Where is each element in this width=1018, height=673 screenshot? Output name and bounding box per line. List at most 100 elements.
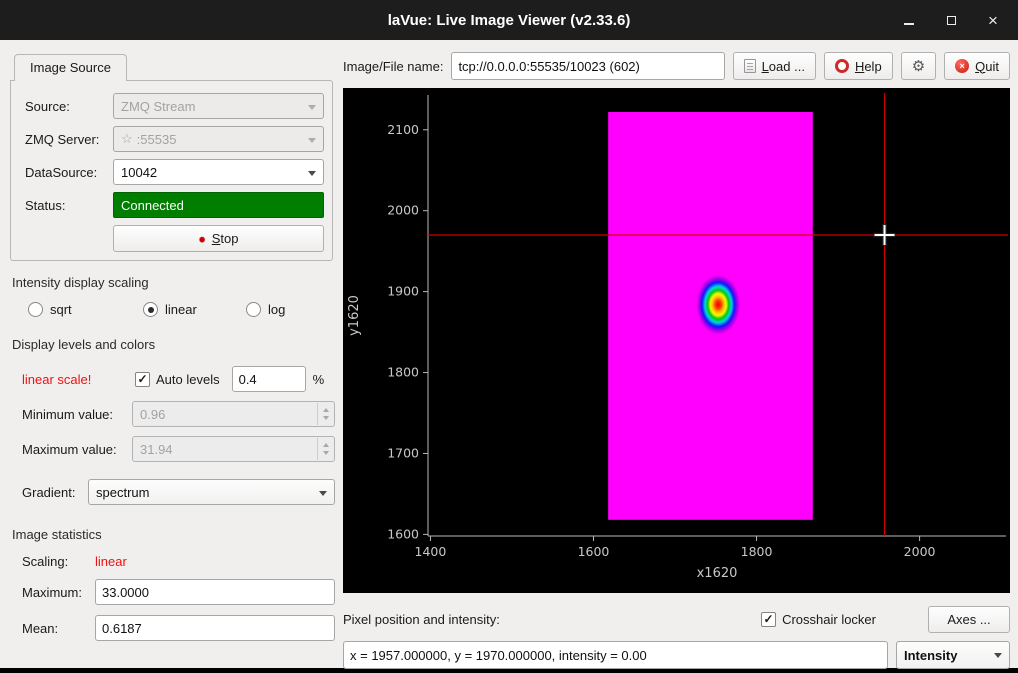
minimum-value-spinbox: 0.96	[132, 401, 335, 427]
pixel-position-input[interactable]	[343, 641, 888, 669]
image-file-label: Image/File name:	[343, 59, 443, 74]
gradient-label: Gradient:	[22, 485, 88, 500]
spinner-arrows-icon	[317, 403, 333, 425]
quit-button-label: Quit	[975, 59, 999, 74]
radio-icon	[143, 302, 158, 317]
minimum-value-row: Minimum value: 0.96	[10, 401, 335, 427]
pixel-value-bar: Intensity	[343, 641, 1010, 669]
chevron-down-icon	[319, 491, 327, 496]
radio-log[interactable]: log	[246, 302, 285, 317]
y-axis-title: y1620	[347, 295, 362, 336]
image-source-panel: Source: ZMQ Stream ZMQ Server: ☆ :55535	[10, 80, 333, 261]
stats-maximum-label: Maximum:	[22, 585, 95, 600]
beam-spot	[696, 275, 740, 335]
quit-button[interactable]: × Quit	[944, 52, 1010, 80]
image-file-input[interactable]	[451, 52, 724, 80]
scale-warning: linear scale!	[22, 372, 135, 387]
window-title: laVue: Live Image Viewer (v2.33.6)	[388, 12, 631, 29]
x-tick-label: 1600	[578, 544, 610, 559]
stop-row: ● Stop	[23, 225, 324, 252]
star-icon: ☆	[121, 131, 133, 147]
chevron-down-icon	[308, 105, 316, 110]
stats-mean-row: Mean:	[10, 615, 335, 641]
radio-log-label: log	[268, 302, 285, 317]
settings-button[interactable]: ⚙	[901, 52, 936, 80]
minimum-value-label: Minimum value:	[22, 407, 132, 422]
source-value: ZMQ Stream	[121, 99, 195, 114]
x-tick-label: 2000	[904, 544, 936, 559]
y-tick-label: 1600	[387, 526, 419, 541]
intensity-scaling-title: Intensity display scaling	[12, 275, 335, 290]
minimize-button[interactable]	[896, 7, 922, 33]
maximum-value-label: Maximum value:	[22, 442, 132, 457]
zmq-server-value: :55535	[137, 132, 177, 147]
gradient-combo[interactable]: spectrum	[88, 479, 335, 505]
datasource-value: 10042	[121, 165, 157, 180]
auto-levels-checkbox[interactable]: Auto levels	[135, 372, 220, 387]
maximum-value-row: Maximum value: 31.94	[10, 436, 335, 462]
viewer-panel: Image/File name: Load ... Help ⚙ × Quit	[335, 40, 1018, 669]
help-button-label: Help	[855, 59, 882, 74]
title-bar: laVue: Live Image Viewer (v2.33.6) ×	[0, 0, 1018, 40]
stop-button[interactable]: ● Stop	[113, 225, 324, 252]
crosshair-locker-checkbox[interactable]: Crosshair locker	[761, 612, 876, 627]
help-icon	[835, 59, 849, 73]
status-label: Status:	[23, 198, 113, 213]
intensity-combo-value: Intensity	[904, 648, 957, 663]
maximize-button[interactable]	[938, 7, 964, 33]
radio-linear-label: linear	[165, 302, 197, 317]
checkbox-icon	[135, 372, 150, 387]
minimum-value: 0.96	[140, 407, 165, 422]
source-row: Source: ZMQ Stream	[23, 93, 324, 119]
close-button[interactable]: ×	[980, 7, 1006, 33]
pixel-position-bar: Pixel position and intensity: Crosshair …	[343, 606, 1010, 633]
stats-mean-input[interactable]	[95, 615, 335, 641]
load-button[interactable]: Load ...	[733, 52, 816, 80]
app-window: laVue: Live Image Viewer (v2.33.6) × Ima…	[0, 0, 1018, 668]
radio-sqrt[interactable]: sqrt	[28, 302, 143, 317]
y-tick-label: 2100	[387, 122, 419, 137]
radio-linear[interactable]: linear	[143, 302, 246, 317]
source-label: Source:	[23, 99, 113, 114]
intensity-combo[interactable]: Intensity	[896, 641, 1010, 669]
load-button-label: Load ...	[762, 59, 805, 74]
radio-icon	[28, 302, 43, 317]
scaling-row: Scaling: linear	[10, 554, 335, 569]
tab-image-source[interactable]: Image Source	[14, 54, 127, 81]
datasource-label: DataSource:	[23, 165, 113, 180]
plot-canvas[interactable]: 1400160018002000160017001800190020002100…	[343, 88, 1010, 593]
auto-levels-input[interactable]	[232, 366, 306, 392]
close-icon: ×	[988, 12, 998, 29]
status-row: Status: Connected	[23, 192, 324, 218]
axes-button[interactable]: Axes ...	[928, 606, 1010, 633]
gradient-value: spectrum	[96, 485, 149, 500]
status-field: Connected	[113, 192, 324, 218]
image-plot[interactable]: 1400160018002000160017001800190020002100…	[343, 88, 1010, 593]
datasource-combo[interactable]: 10042	[113, 159, 324, 185]
stats-scaling-label: Scaling:	[22, 554, 95, 569]
percent-label: %	[313, 372, 325, 387]
checkbox-icon	[761, 612, 776, 627]
stats-maximum-row: Maximum:	[10, 579, 335, 605]
image-statistics-title: Image statistics	[12, 527, 335, 542]
radio-sqrt-label: sqrt	[50, 302, 72, 317]
zmq-server-row: ZMQ Server: ☆ :55535	[23, 126, 324, 152]
record-circle-icon: ●	[199, 232, 206, 246]
control-panel: Image Source Source: ZMQ Stream ZMQ Serv…	[0, 40, 335, 641]
help-button[interactable]: Help	[824, 52, 893, 80]
load-file-icon	[744, 59, 756, 73]
pixel-position-label: Pixel position and intensity:	[343, 612, 500, 627]
stats-maximum-input[interactable]	[95, 579, 335, 605]
source-combo: ZMQ Stream	[113, 93, 324, 119]
y-tick-label: 1900	[387, 284, 419, 299]
datasource-row: DataSource: 10042	[23, 159, 324, 185]
scaling-radio-group: sqrt linear log	[10, 302, 335, 317]
x-tick-label: 1400	[415, 544, 447, 559]
quit-icon: ×	[955, 59, 969, 73]
maximum-value-spinbox: 31.94	[132, 436, 335, 462]
spinner-arrows-icon	[317, 438, 333, 460]
zmq-server-label: ZMQ Server:	[23, 132, 113, 147]
stats-scaling-value: linear	[95, 554, 335, 569]
y-tick-label: 1700	[387, 445, 419, 460]
stats-mean-label: Mean:	[22, 621, 95, 636]
